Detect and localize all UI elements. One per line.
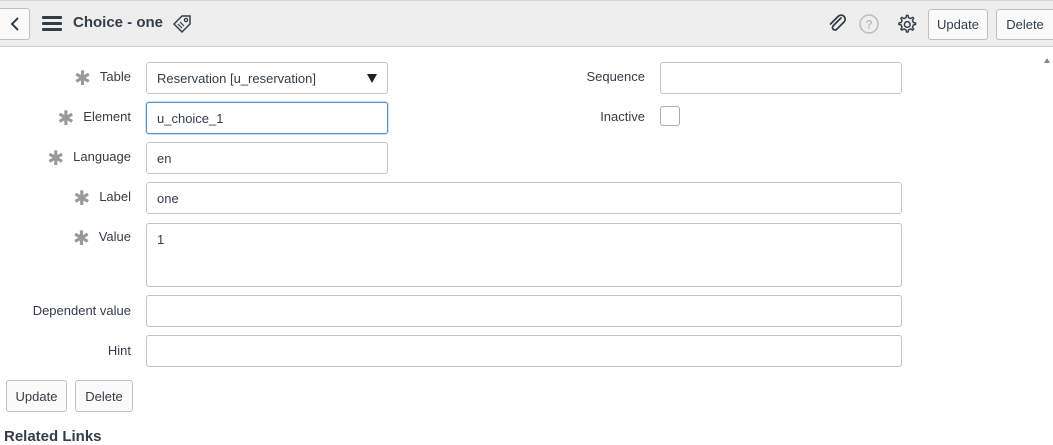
update-button[interactable]: Update bbox=[6, 380, 67, 412]
gear-icon[interactable] bbox=[895, 13, 918, 36]
hint-label: Hint bbox=[107, 343, 131, 358]
dependent-value-label: Dependent value bbox=[32, 303, 131, 318]
inactive-checkbox[interactable] bbox=[660, 106, 680, 126]
question-icon[interactable]: ? bbox=[858, 13, 880, 35]
sequence-input[interactable] bbox=[660, 62, 902, 94]
header-delete-button[interactable]: Delete bbox=[996, 9, 1053, 40]
back-button[interactable] bbox=[0, 8, 30, 40]
language-input[interactable]: en bbox=[146, 142, 388, 174]
table-select-value: Reservation [u_reservation] bbox=[157, 71, 316, 86]
hint-input[interactable] bbox=[146, 335, 902, 367]
required-icon: ✱ bbox=[74, 68, 91, 90]
paperclip-icon[interactable] bbox=[826, 13, 848, 35]
table-select[interactable]: Reservation [u_reservation] bbox=[146, 62, 388, 94]
related-links-heading: Related Links bbox=[4, 428, 102, 445]
dependent-value-input[interactable] bbox=[146, 295, 902, 327]
form-header: Choice - one ? Update Delete bbox=[0, 0, 1053, 47]
required-icon: ✱ bbox=[73, 188, 91, 210]
required-icon: ✱ bbox=[72, 228, 90, 250]
inactive-label: Inactive bbox=[600, 109, 645, 124]
delete-button[interactable]: Delete bbox=[75, 380, 133, 412]
svg-text:?: ? bbox=[865, 18, 872, 32]
label-input[interactable]: one bbox=[146, 182, 902, 214]
scrollbar-up-arrow[interactable] bbox=[1044, 58, 1050, 63]
table-label: ✱ Table bbox=[74, 68, 131, 90]
required-icon: ✱ bbox=[47, 148, 65, 170]
element-input[interactable]: u_choice_1 bbox=[146, 102, 388, 134]
page-title: Choice - one bbox=[73, 14, 164, 31]
language-label: ✱ Language bbox=[47, 148, 131, 170]
element-label: ✱ Element bbox=[57, 108, 131, 130]
tag-icon[interactable] bbox=[171, 13, 193, 35]
dropdown-arrow-icon bbox=[367, 74, 377, 83]
hamburger-icon[interactable] bbox=[42, 16, 62, 32]
label-label: ✱ Label bbox=[73, 188, 131, 210]
value-textarea[interactable]: 1 bbox=[146, 223, 902, 287]
chevron-left-icon bbox=[10, 17, 19, 31]
value-label: ✱ Value bbox=[72, 228, 131, 250]
header-update-button[interactable]: Update bbox=[928, 9, 988, 40]
required-icon: ✱ bbox=[57, 108, 75, 130]
sequence-label: Sequence bbox=[586, 69, 645, 84]
